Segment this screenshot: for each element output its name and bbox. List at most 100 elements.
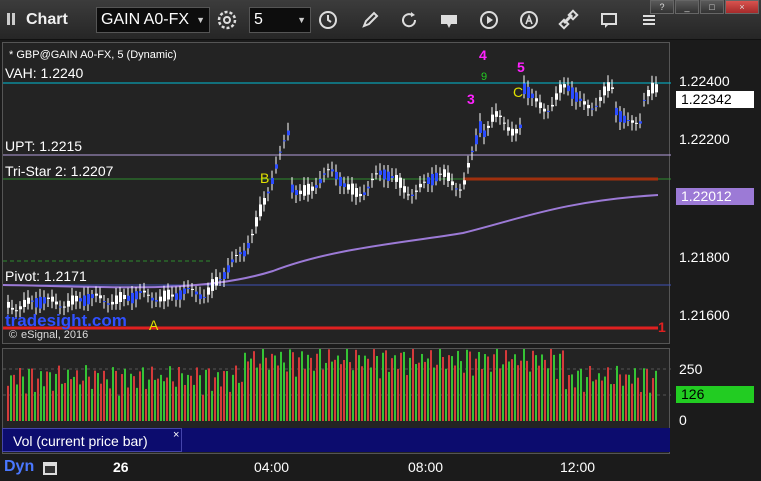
candle-body	[547, 110, 550, 112]
volume-bar	[214, 377, 216, 421]
candle-body	[499, 115, 502, 118]
refresh-button[interactable]	[397, 8, 421, 32]
volume-bar	[256, 367, 258, 421]
candle-body	[11, 307, 14, 310]
volume-bar	[85, 365, 87, 421]
candle-body	[203, 296, 206, 298]
symbol-input[interactable]: GAIN A0-FX ▼	[96, 7, 210, 33]
link-button[interactable]	[557, 8, 581, 32]
price-chart-pane[interactable]: * GBP@GAIN A0-FX, 5 (Dynamic) VAH: 1.224…	[2, 42, 671, 344]
clock-button[interactable]	[316, 8, 340, 32]
volume-bar	[10, 375, 12, 421]
vah-level-label: VAH: 1.2240	[5, 65, 84, 81]
candle-body	[191, 288, 194, 290]
volume-bar	[397, 368, 399, 421]
alert-button[interactable]	[517, 8, 541, 32]
candle-body	[555, 93, 558, 100]
dynamic-mode-button[interactable]: Dyn	[4, 458, 34, 476]
volume-bar	[244, 352, 246, 421]
volume-bar	[535, 355, 537, 421]
volume-bar	[613, 383, 615, 421]
volume-bar	[610, 384, 612, 421]
candle-body	[223, 272, 226, 279]
volume-close-icon[interactable]: ×	[173, 429, 179, 441]
volume-bar	[427, 358, 429, 421]
volume-bar	[580, 368, 582, 421]
candle-body	[271, 177, 274, 185]
candle-body	[655, 84, 658, 93]
candle-body	[451, 181, 454, 186]
draw-pencil-button[interactable]	[358, 8, 382, 32]
volume-bar	[229, 391, 231, 421]
candle-body	[263, 198, 266, 205]
candle-body	[563, 84, 566, 88]
volume-bar	[487, 356, 489, 421]
play-button[interactable]	[477, 8, 501, 32]
candle-body	[599, 97, 602, 101]
candle-body	[331, 169, 334, 172]
ma-price-flag: 1.22012	[676, 188, 754, 205]
volume-bar	[226, 371, 228, 421]
candle-body	[531, 93, 534, 99]
candle-body	[475, 135, 478, 145]
candle-body	[127, 295, 130, 301]
price-tick: 1.22200	[679, 131, 730, 147]
candle-body	[459, 189, 462, 191]
candle-body	[67, 300, 70, 307]
volume-axis[interactable]: 250 0 126	[671, 348, 759, 454]
volume-bar	[637, 377, 639, 421]
volume-bar	[316, 353, 318, 421]
maximize-button[interactable]: □	[700, 0, 724, 14]
candle-body	[7, 301, 10, 308]
volume-bar	[331, 361, 333, 421]
volume-bar	[34, 391, 36, 421]
candle-body	[227, 265, 230, 273]
volume-bar	[520, 360, 522, 421]
candle-body	[27, 297, 30, 304]
volume-bar	[115, 370, 117, 421]
candle-body	[239, 252, 242, 255]
candle-body	[87, 294, 90, 305]
get-button[interactable]	[437, 8, 461, 32]
help-button[interactable]: ?	[650, 0, 674, 14]
volume-bar	[607, 367, 609, 421]
get-data-icon	[441, 15, 457, 28]
candle-body	[379, 170, 382, 175]
volume-bar	[319, 349, 321, 421]
volume-bar	[73, 376, 75, 421]
chevron-down-icon[interactable]: ▼	[297, 8, 306, 32]
volume-bar	[193, 384, 195, 421]
volume-bar	[373, 349, 375, 421]
volume-bar	[259, 363, 261, 421]
minimize-button[interactable]: _	[675, 0, 699, 14]
price-axis[interactable]: 1.22400 1.22200 1.21800 1.21600 1.22342 …	[671, 42, 759, 344]
candle-body	[75, 295, 78, 302]
candle-body	[527, 86, 530, 99]
candle-body	[47, 297, 50, 299]
clock-icon	[319, 11, 337, 29]
volume-bar	[406, 375, 408, 421]
settings-gear-button[interactable]	[215, 8, 239, 32]
candle-body	[287, 130, 290, 136]
candle-body	[635, 122, 638, 124]
volume-bar	[220, 386, 222, 421]
copyright-symbol: ©	[9, 329, 18, 341]
volume-bar	[241, 381, 243, 421]
chat-button[interactable]	[597, 8, 621, 32]
candle-body	[523, 83, 526, 95]
volume-bar	[211, 390, 213, 421]
volume-bar	[148, 379, 150, 421]
toolbar: Chart GAIN A0-FX ▼ 5 ▼ ? _ □ ×	[0, 0, 761, 40]
interval-input[interactable]: 5 ▼	[249, 7, 311, 33]
chevron-down-icon[interactable]: ▼	[196, 8, 205, 32]
volume-bar	[31, 368, 33, 421]
volume-bar	[361, 366, 363, 421]
volume-bar	[313, 370, 315, 421]
close-button[interactable]: ×	[725, 0, 759, 14]
calendar-icon[interactable]	[42, 460, 58, 476]
volume-bar	[403, 351, 405, 421]
volume-study-label[interactable]: Vol (current price bar) ×	[2, 428, 182, 452]
candle-body	[583, 101, 586, 105]
candle-body	[415, 190, 418, 192]
symbol-line: * GBP@GAIN A0-FX, 5 (Dynamic)	[9, 49, 177, 61]
